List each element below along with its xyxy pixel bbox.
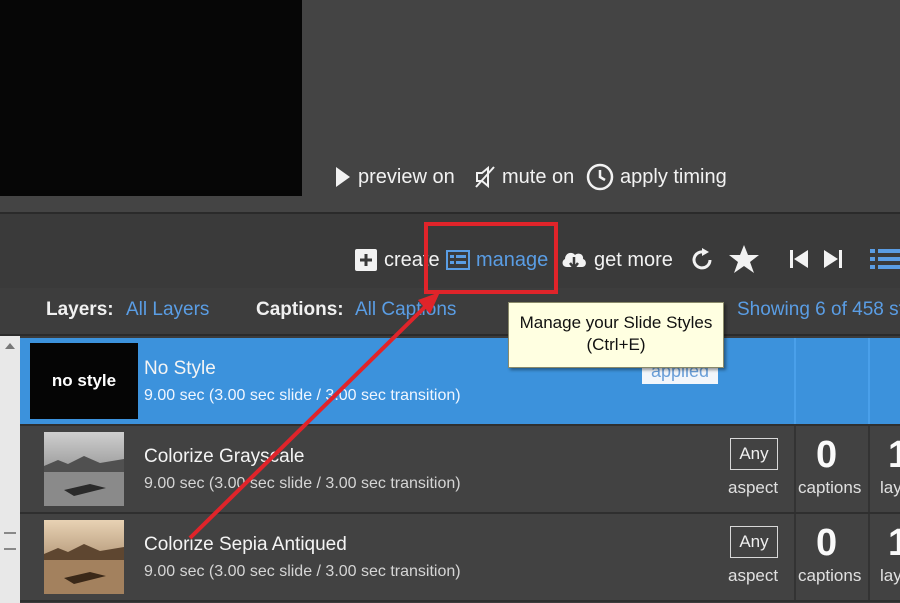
annotation-arrow	[188, 292, 440, 540]
